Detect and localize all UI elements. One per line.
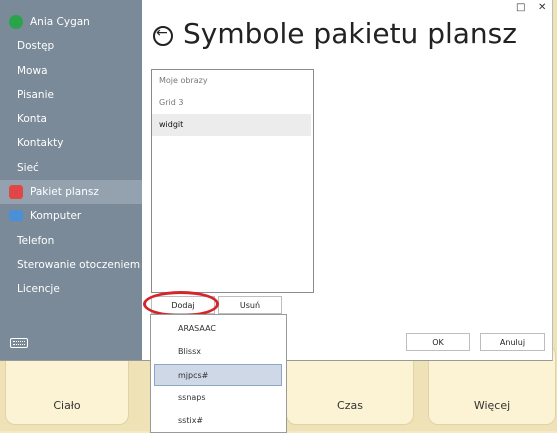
sidebar: Ania Cygan Dostęp Mowa Pisanie Konta Kon… bbox=[0, 0, 142, 360]
sidebar-user[interactable]: Ania Cygan bbox=[0, 10, 142, 34]
sidebar-item-label: Mowa bbox=[17, 65, 48, 77]
sidebar-item-konta[interactable]: Konta bbox=[0, 107, 142, 131]
settings-window: Ania Cygan Dostęp Mowa Pisanie Konta Kon… bbox=[0, 0, 553, 361]
sidebar-item-dostep[interactable]: Dostęp bbox=[0, 34, 142, 58]
sidebar-item-label: Pakiet plansz bbox=[30, 186, 99, 198]
list-item[interactable]: Grid 3 bbox=[152, 92, 311, 114]
symbol-list[interactable]: Moje obrazy Grid 3 widgit bbox=[151, 69, 314, 293]
menu-item[interactable]: Blissx bbox=[151, 341, 284, 363]
tile-label: Czas bbox=[337, 399, 363, 412]
sidebar-user-label: Ania Cygan bbox=[30, 16, 90, 28]
tile-label: Ciało bbox=[53, 399, 81, 412]
sidebar-item-label: Dostęp bbox=[17, 40, 55, 52]
sidebar-item-pisanie[interactable]: Pisanie bbox=[0, 83, 142, 107]
cancel-button[interactable]: Anuluj bbox=[480, 333, 545, 351]
sidebar-item-siec[interactable]: Sieć bbox=[0, 156, 142, 180]
computer-icon bbox=[9, 210, 23, 221]
menu-item[interactable]: ssnaps bbox=[151, 387, 284, 409]
add-dropdown-menu: ARASAAC Blissx mjpcs# ssnaps sstix# bbox=[150, 314, 287, 433]
sidebar-item-label: Sieć bbox=[17, 162, 39, 174]
sidebar-item-label: Kontakty bbox=[17, 137, 64, 149]
sidebar-item-licencje[interactable]: Licencje bbox=[0, 277, 142, 301]
sidebar-item-label: Komputer bbox=[30, 210, 82, 222]
list-item[interactable]: Moje obrazy bbox=[152, 70, 311, 92]
sidebar-item-kontakty[interactable]: Kontakty bbox=[0, 131, 142, 155]
sidebar-item-sterowanie[interactable]: Sterowanie otoczeniem bbox=[0, 253, 142, 277]
sidebar-item-komputer[interactable]: Komputer bbox=[0, 204, 142, 228]
page-title: Symbole pakietu plansz bbox=[183, 17, 517, 50]
close-icon[interactable]: ✕ bbox=[538, 2, 546, 13]
sidebar-item-mowa[interactable]: Mowa bbox=[0, 59, 142, 83]
sidebar-item-label: Pisanie bbox=[17, 89, 54, 101]
menu-item-selected[interactable]: mjpcs# bbox=[154, 364, 282, 386]
ok-button[interactable]: OK bbox=[406, 333, 470, 351]
sidebar-item-label: Licencje bbox=[17, 283, 60, 295]
sidebar-item-label: Konta bbox=[17, 113, 47, 125]
tile-label: Więcej bbox=[473, 399, 511, 412]
back-icon[interactable] bbox=[153, 25, 173, 46]
remove-button[interactable]: Usuń bbox=[218, 296, 282, 314]
sidebar-item-label: Telefon bbox=[17, 235, 55, 247]
sidebar-item-label: Sterowanie otoczeniem bbox=[17, 259, 141, 271]
sidebar-item-telefon[interactable]: Telefon bbox=[0, 229, 142, 253]
sidebar-item-pakiet-plansz[interactable]: Pakiet plansz bbox=[0, 180, 142, 204]
board-pack-icon bbox=[9, 185, 23, 199]
maximize-icon[interactable]: □ bbox=[516, 2, 525, 13]
keyboard-icon[interactable] bbox=[10, 338, 28, 348]
list-item-selected[interactable]: widgit bbox=[152, 114, 311, 136]
menu-item[interactable]: sstix# bbox=[151, 410, 284, 432]
user-icon bbox=[9, 15, 23, 29]
menu-item[interactable]: ARASAAC bbox=[151, 318, 284, 340]
